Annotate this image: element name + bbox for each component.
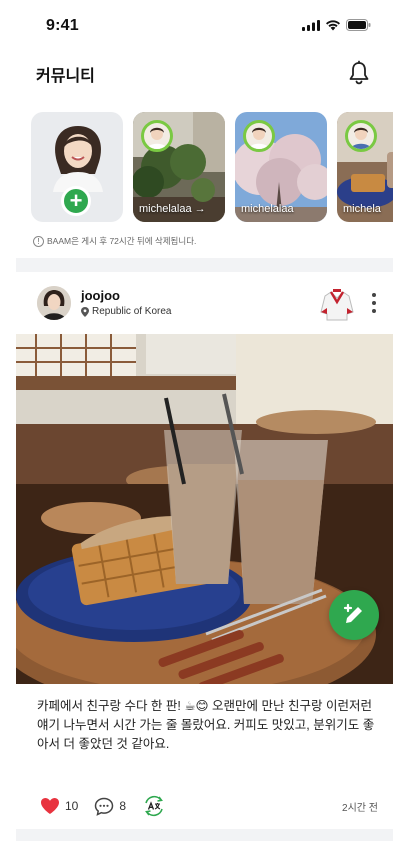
pencil-plus-icon <box>343 603 362 623</box>
status-time: 9:41 <box>46 17 79 34</box>
battery-icon <box>346 19 371 31</box>
post-actions: 10 8 2시간 전 <box>40 794 382 818</box>
page-title: 커뮤니티 <box>36 68 95 85</box>
plus-icon[interactable]: + <box>61 186 91 216</box>
comment-button[interactable]: 8 <box>94 797 126 816</box>
section-divider <box>16 258 393 272</box>
status-bar: 9:41 <box>0 0 393 48</box>
status-icons <box>302 19 371 31</box>
notice-text: BAAM은 게시 후 72시간 뒤에 삭제됩니다. <box>47 236 197 246</box>
translate-icon <box>145 795 163 817</box>
story-item[interactable]: michela <box>337 112 393 222</box>
author-name[interactable]: joojoo <box>81 288 120 303</box>
story-username: michelalaa <box>241 203 294 215</box>
uniform-badge-icon <box>320 289 354 321</box>
author-location: Republic of Korea <box>81 306 172 317</box>
translate-button[interactable] <box>142 795 166 817</box>
app-header: 커뮤니티 <box>0 48 393 100</box>
story-username: michelalaa → <box>139 203 206 215</box>
comment-icon <box>95 797 114 816</box>
story-avatar <box>141 120 173 152</box>
signal-icon <box>302 19 320 31</box>
bell-icon[interactable] <box>347 60 371 86</box>
story-username: michela <box>343 203 381 215</box>
like-count: 10 <box>65 799 79 813</box>
my-avatar <box>53 126 103 192</box>
story-notice: ! BAAM은 게시 후 72시간 뒤에 삭제됩니다. <box>33 235 196 247</box>
info-icon: ! <box>33 235 44 247</box>
story-avatar <box>345 120 377 152</box>
write-post-button[interactable] <box>329 590 379 640</box>
story-avatar <box>243 120 275 152</box>
story-item[interactable]: michelalaa → <box>133 112 225 222</box>
like-button[interactable]: 10 <box>40 797 78 815</box>
section-divider <box>16 829 393 841</box>
stories-row: + michelalaa → michelalaa michela <box>31 112 393 224</box>
post-header: joojoo Republic of Korea <box>37 286 393 324</box>
wifi-icon <box>326 19 340 30</box>
location-pin-icon <box>81 306 89 317</box>
story-add-mine[interactable]: + <box>31 112 123 222</box>
comment-count: 8 <box>119 799 127 813</box>
post-time: 2시간 전 <box>342 803 378 814</box>
story-item[interactable]: michelalaa <box>235 112 327 222</box>
more-options-icon[interactable] <box>367 288 381 318</box>
post-text: 카페에서 친구랑 수다 한 판! ☕😊 오랜만에 만난 친구랑 이런저런 얘기 … <box>37 699 375 751</box>
location-text: Republic of Korea <box>92 306 172 317</box>
heart-icon <box>41 798 59 814</box>
avatar[interactable] <box>37 286 71 320</box>
